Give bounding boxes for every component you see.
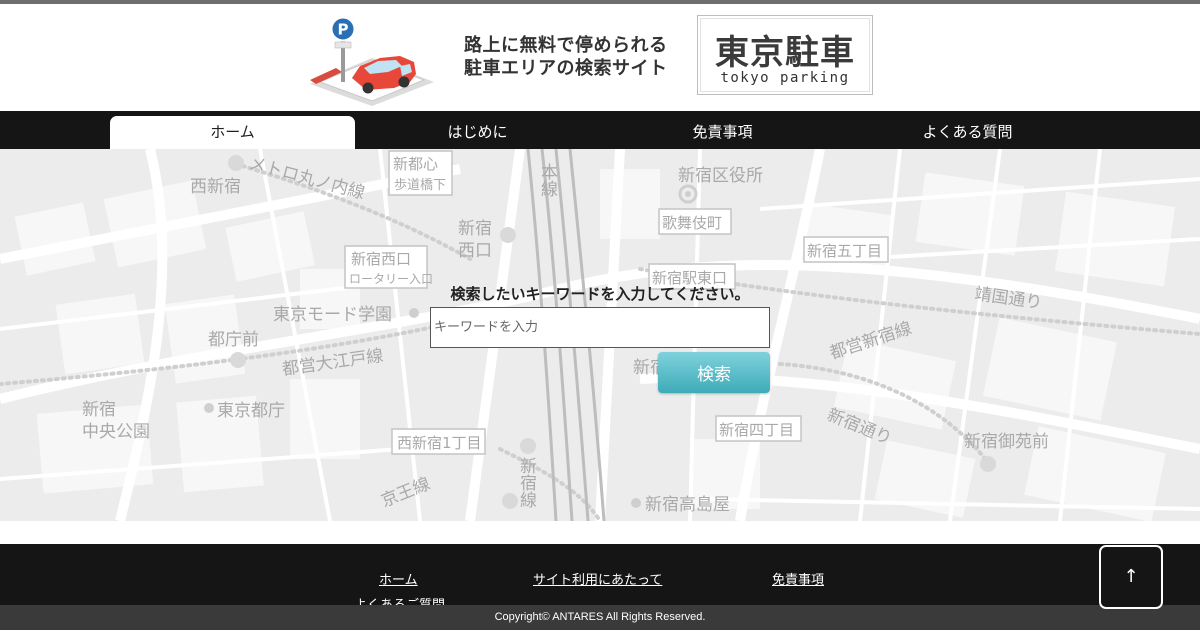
car-wheel-back xyxy=(398,76,410,88)
map-label-line-shinjuku: 新宿線 xyxy=(516,457,537,508)
nav-item-home[interactable]: ホーム xyxy=(110,116,355,149)
logo-sign-plate xyxy=(334,41,352,49)
footer-link-disclaimer[interactable]: 免責事項 xyxy=(772,569,824,588)
map-label-nishiguchi-rotary-1: 新宿西口 xyxy=(351,250,411,268)
map-label-shinjuku-5chome: 新宿五丁目 xyxy=(807,242,882,260)
main-nav: ホーム はじめに 免責事項 よくある質問 xyxy=(0,111,1200,149)
brand-title: 東京駐車 xyxy=(715,33,855,73)
nav-item-disclaimer[interactable]: 免責事項 xyxy=(600,116,845,149)
map-label-central-park-2: 中央公園 xyxy=(82,422,150,442)
car-wheel-front xyxy=(362,82,374,94)
site-tagline: 路上に無料で停められる 駐車エリアの検索サイト xyxy=(464,34,668,80)
map-label-takashimaya: 新宿高島屋 xyxy=(645,495,730,515)
site-header: P 路上に無料で停められる 駐車エリアの検索サイト 東京駐車 tokyo par… xyxy=(0,4,1200,111)
map-label-ward-office: 新宿区役所 xyxy=(678,166,763,186)
brand-logo[interactable]: 東京駐車 tokyo parking xyxy=(697,15,873,95)
footer-link-home[interactable]: ホーム xyxy=(379,569,418,588)
nav-item-faq[interactable]: よくある質問 xyxy=(845,116,1090,149)
map-label-tocho: 東京都庁 xyxy=(217,401,285,421)
map-label-nishishinjuku-1chome: 西新宿1丁目 xyxy=(397,434,482,452)
parking-logo-illustration[interactable]: P xyxy=(306,10,438,106)
map-label-line-honsen: 本線 xyxy=(537,163,558,197)
section-gap xyxy=(0,521,1200,544)
search-button[interactable]: 検索 xyxy=(658,352,770,393)
copyright-bar: Copyright© ANTARES All Rights Reserved. xyxy=(0,605,1200,630)
map-label-shinjuku-4chome: 新宿四丁目 xyxy=(719,421,794,439)
search-input[interactable] xyxy=(430,307,770,348)
map-label-tochomae: 都庁前 xyxy=(208,330,259,350)
map-label-kabukicho: 歌舞伎町 xyxy=(662,214,722,232)
map-label-central-park-1: 新宿 xyxy=(82,400,116,420)
search-title: 検索したいキーワードを入力してください。 xyxy=(450,285,750,303)
parking-sign-letter: P xyxy=(338,21,349,39)
back-to-top-button[interactable]: ↑ xyxy=(1099,545,1163,609)
nav-item-introduction[interactable]: はじめに xyxy=(355,116,600,149)
map-label-gyoemmae: 新宿御苑前 xyxy=(964,432,1049,452)
tagline-line-1: 路上に無料で停められる xyxy=(464,35,668,56)
map-label-shintoshin-1: 新都心 xyxy=(393,155,438,173)
map-label-mode-gakuen: 東京モード学園 xyxy=(273,305,392,325)
site-footer: ホーム サイト利用にあたって 免責事項 よくあるご質問 xyxy=(0,544,1200,605)
map-label-nishiguchi-stn-2: 西口 xyxy=(458,241,492,261)
map-label-nishishinjuku: 西新宿 xyxy=(190,177,241,197)
map-label-nishiguchi-stn-1: 新宿 xyxy=(458,219,492,239)
footer-link-site-usage[interactable]: サイト利用にあたって xyxy=(533,569,662,588)
footer-link-faq[interactable]: よくあるご質問 xyxy=(354,594,445,605)
tagline-line-2: 駐車エリアの検索サイト xyxy=(464,58,668,79)
map-label-shintoshin-2: 歩道橋下 xyxy=(394,178,446,193)
brand-subtitle: tokyo parking xyxy=(720,70,850,86)
map-hero: 西新宿 メトロ丸ノ内線 新都心 歩道橋下 新宿 西口 新宿西口 ロータリー入口 … xyxy=(0,149,1200,521)
